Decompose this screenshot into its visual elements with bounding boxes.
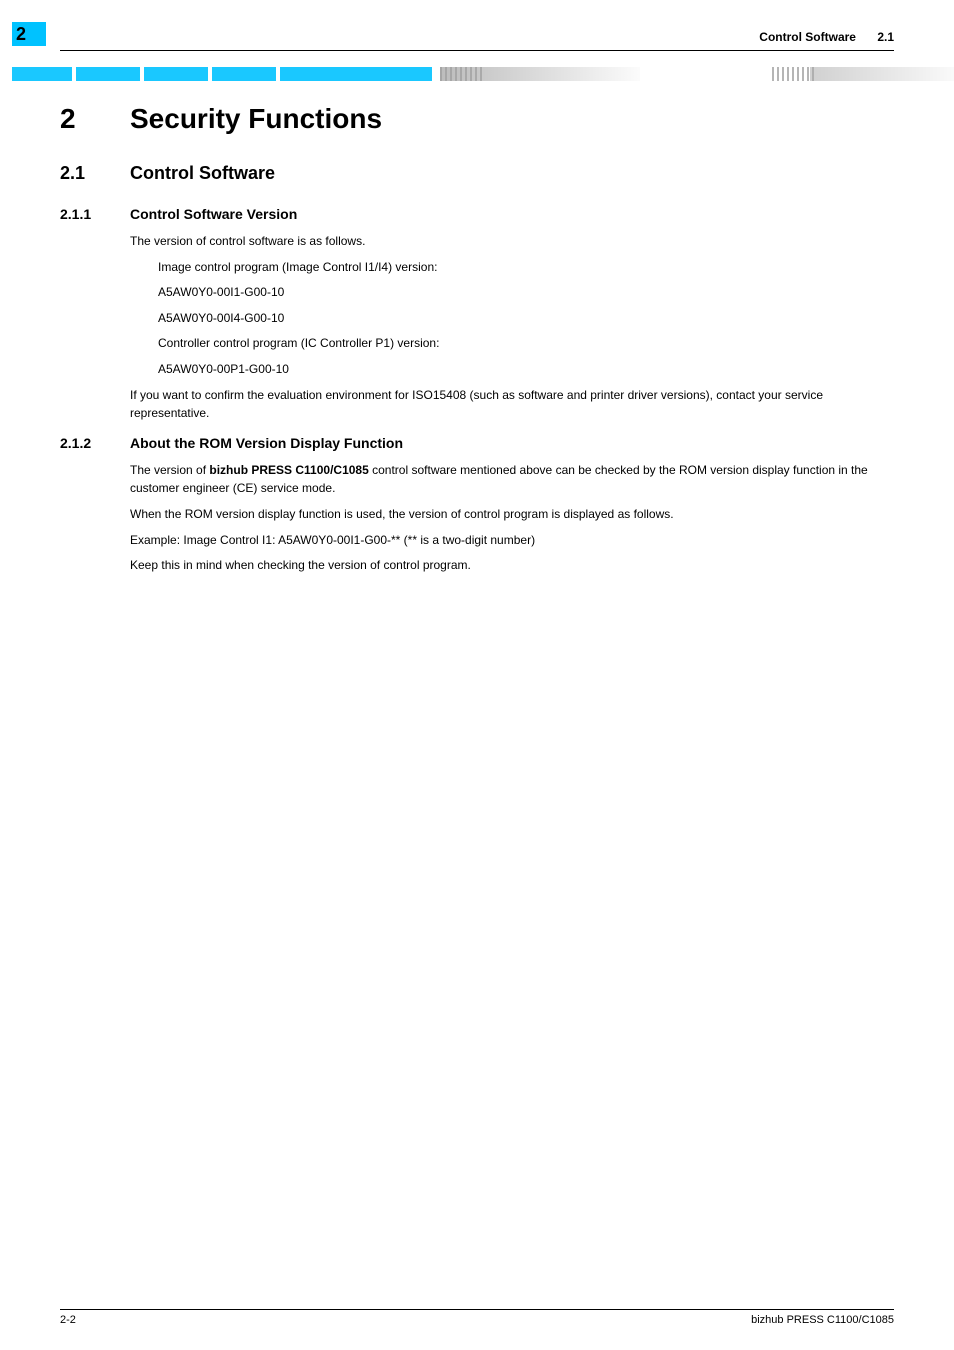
chapter-tab-number: 2 xyxy=(16,24,26,45)
para: A5AW0Y0-00I1-G00-10 xyxy=(158,283,894,302)
subsection-heading-2-1-1: 2.1.1 Control Software Version xyxy=(60,206,894,222)
para: Keep this in mind when checking the vers… xyxy=(130,556,894,575)
header-section-title: Control Software xyxy=(759,30,856,44)
chapter-title: Security Functions xyxy=(130,103,382,135)
bar-segment-right xyxy=(810,67,954,81)
header-row: Control Software 2.1 xyxy=(60,30,894,44)
subsection-title-2: About the ROM Version Display Function xyxy=(130,435,403,451)
para: A5AW0Y0-00P1-G00-10 xyxy=(158,360,894,379)
footer-row: 2-2 bizhub PRESS C1100/C1085 xyxy=(60,1314,894,1326)
section-title: Control Software xyxy=(130,163,275,184)
para: The version of bizhub PRESS C1100/C1085 … xyxy=(130,461,894,498)
footer-page-number: 2-2 xyxy=(60,1314,76,1326)
bar-segment-color xyxy=(12,67,432,81)
subsection-number-2: 2.1.2 xyxy=(60,435,130,451)
subsection-heading-2-1-2: 2.1.2 About the ROM Version Display Func… xyxy=(60,435,894,451)
chapter-tab: 2 xyxy=(12,22,46,46)
para: A5AW0Y0-00I4-G00-10 xyxy=(158,309,894,328)
chapter-heading: 2 Security Functions xyxy=(60,103,894,135)
bar-stripes-right xyxy=(772,67,814,81)
para: The version of control software is as fo… xyxy=(130,232,894,251)
footer-rule xyxy=(60,1309,894,1310)
header-title-group: Control Software 2.1 xyxy=(759,30,894,44)
section-heading-2-1: 2.1 Control Software xyxy=(60,163,894,184)
page: 2 Control Software 2.1 2 Security Functi… xyxy=(0,0,954,1350)
header-rule xyxy=(60,50,894,51)
footer-product: bizhub PRESS C1100/C1085 xyxy=(751,1314,894,1326)
header-section-number: 2.1 xyxy=(877,30,894,44)
para: Controller control program (IC Controlle… xyxy=(158,334,894,353)
text: The version of xyxy=(130,463,209,477)
para: If you want to confirm the evaluation en… xyxy=(130,386,894,423)
footer: 2-2 bizhub PRESS C1100/C1085 xyxy=(60,1309,894,1326)
chapter-number: 2 xyxy=(60,103,130,135)
subsection-title-1: Control Software Version xyxy=(130,206,297,222)
para: When the ROM version display function is… xyxy=(130,505,894,524)
para: Example: Image Control I1: A5AW0Y0-00I1-… xyxy=(130,531,894,550)
bar-segment-mid xyxy=(440,67,640,81)
section-number: 2.1 xyxy=(60,163,130,184)
product-name: bizhub PRESS C1100/C1085 xyxy=(209,463,368,477)
decorative-bar-row xyxy=(60,67,894,81)
subsection-number-1: 2.1.1 xyxy=(60,206,130,222)
body-2-1-2: The version of bizhub PRESS C1100/C1085 … xyxy=(130,461,894,575)
para: Image control program (Image Control I1/… xyxy=(158,258,894,277)
body-2-1-1: The version of control software is as fo… xyxy=(130,232,894,423)
